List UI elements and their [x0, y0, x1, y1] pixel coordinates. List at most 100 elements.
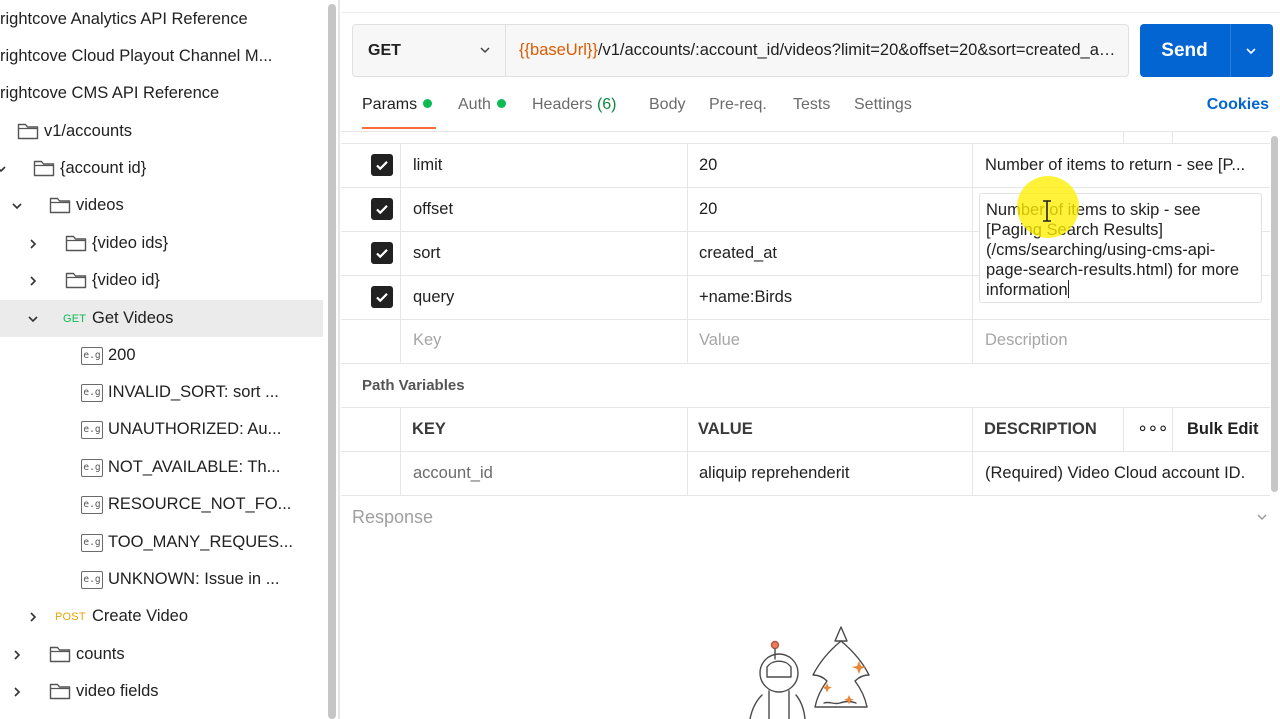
param-checkbox[interactable]	[371, 286, 393, 308]
table-border	[341, 407, 1270, 408]
tree-folder-account-id[interactable]: {account id}	[0, 150, 323, 187]
param-key[interactable]: limit	[413, 156, 442, 175]
tree-example-unauthorized[interactable]: e.g UNAUTHORIZED: Au...	[0, 411, 323, 448]
tree-item-label: rightcove CMS API Reference	[0, 84, 220, 102]
response-header[interactable]: Response	[352, 507, 433, 528]
chevron-down-icon[interactable]	[10, 199, 24, 213]
tab-prereq[interactable]: Pre-req.	[709, 96, 767, 122]
header-divider	[341, 12, 1280, 13]
panel-divider[interactable]	[338, 0, 340, 719]
table-border	[400, 407, 401, 495]
tree-item-label: NOT_AVAILABLE: Th...	[108, 458, 281, 476]
path-var-value[interactable]: aliquip reprehenderit	[699, 464, 849, 483]
tree-folder-video-fields[interactable]: video fields	[0, 673, 323, 710]
tab-auth[interactable]: Auth	[458, 96, 506, 122]
url-input[interactable]: {{baseUrl}}/v1/accounts/:account_id/vide…	[519, 25, 1119, 76]
tree-item-cms-api[interactable]: rightcove CMS API Reference	[0, 75, 323, 112]
table-border	[400, 143, 401, 363]
url-path: /v1/accounts/:account_id/videos?limit=20…	[597, 41, 1119, 59]
tree-example-unknown[interactable]: e.g UNKNOWN: Issue in ...	[0, 561, 323, 598]
example-icon: e.g	[81, 534, 103, 552]
chevron-down-icon	[480, 47, 490, 54]
param-value[interactable]: created_at	[699, 244, 777, 263]
table-border	[341, 131, 1270, 132]
tree-example-invalid-sort[interactable]: e.g INVALID_SORT: sort ...	[0, 374, 323, 411]
send-button[interactable]: Send	[1140, 24, 1229, 77]
tree-folder-video-id[interactable]: {video id}	[0, 262, 323, 299]
chevron-down-icon[interactable]	[0, 162, 8, 176]
tree-item-label: TOO_MANY_REQUES...	[108, 533, 293, 551]
chevron-right-icon[interactable]	[26, 274, 40, 288]
table-border	[341, 495, 1270, 496]
tab-settings[interactable]: Settings	[854, 96, 912, 122]
tree-item-cloud-playout[interactable]: rightcove Cloud Playout Channel M...	[0, 38, 323, 75]
main-scrollbar[interactable]	[1271, 136, 1278, 492]
table-border	[1123, 131, 1124, 143]
table-border	[341, 187, 1270, 188]
bulk-edit-button[interactable]: Bulk Edit	[1187, 420, 1259, 439]
chevron-right-icon[interactable]	[10, 648, 24, 662]
tree-example-200[interactable]: e.g 200	[0, 337, 323, 374]
tree-folder-videos[interactable]: videos	[0, 187, 323, 224]
tab-headers[interactable]: Headers (6)	[532, 96, 617, 122]
path-var-description[interactable]: (Required) Video Cloud account ID.	[985, 464, 1245, 483]
tree-request-create-video[interactable]: POST Create Video	[0, 598, 323, 635]
tab-params[interactable]: Params	[362, 96, 433, 122]
tree-item-label: INVALID_SORT: sort ...	[108, 383, 279, 401]
tree-example-not-available[interactable]: e.g NOT_AVAILABLE: Th...	[0, 449, 323, 486]
table-border	[341, 363, 1270, 364]
method-select[interactable]: GET	[353, 25, 506, 76]
param-key[interactable]: sort	[413, 244, 441, 263]
key-placeholder[interactable]: Key	[413, 331, 441, 350]
tree-item-label: rightcove Analytics API Reference	[0, 10, 248, 28]
param-description[interactable]: Number of items to return - see [P...	[985, 156, 1245, 175]
folder-icon	[65, 234, 87, 252]
folder-icon	[49, 645, 71, 663]
tree-folder-video-ids[interactable]: {video ids}	[0, 225, 323, 262]
chevron-right-icon[interactable]	[26, 610, 40, 624]
param-value[interactable]: +name:Birds	[699, 288, 792, 307]
tree-request-get-videos[interactable]: GET Get Videos	[0, 300, 323, 337]
url-variable: {{baseUrl}}	[519, 41, 598, 59]
param-key[interactable]: query	[413, 288, 454, 307]
table-border	[972, 143, 973, 363]
description-placeholder[interactable]: Description	[985, 331, 1068, 350]
tree-folder-counts[interactable]: counts	[0, 636, 323, 673]
table-border	[1172, 407, 1173, 451]
tree-item-analytics-api[interactable]: rightcove Analytics API Reference	[0, 1, 323, 38]
folder-icon	[33, 159, 55, 177]
cookies-link[interactable]: Cookies	[1207, 96, 1269, 114]
tree-item-label: {video id}	[92, 271, 160, 289]
tab-tests[interactable]: Tests	[793, 96, 830, 122]
param-checkbox[interactable]	[371, 154, 393, 176]
folder-icon	[65, 271, 87, 289]
tree-item-label: v1/accounts	[44, 122, 133, 140]
tab-label: Params	[362, 96, 418, 113]
param-key[interactable]: offset	[413, 200, 453, 219]
param-value[interactable]: 20	[699, 200, 717, 219]
tree-example-too-many-requests[interactable]: e.g TOO_MANY_REQUES...	[0, 524, 323, 561]
folder-icon	[17, 122, 39, 140]
param-value[interactable]: 20	[699, 156, 717, 175]
tree-folder-v1-accounts[interactable]: v1/accounts	[0, 113, 323, 150]
example-icon: e.g	[81, 571, 103, 589]
chevron-right-icon[interactable]	[10, 685, 24, 699]
column-header-description: DESCRIPTION	[984, 420, 1097, 438]
tab-label: Headers	[532, 96, 593, 113]
send-options-chevron-icon[interactable]	[1244, 44, 1258, 58]
chevron-down-icon[interactable]	[1255, 510, 1269, 524]
chevron-down-icon[interactable]	[26, 312, 40, 326]
sidebar-scrollbar[interactable]	[328, 4, 336, 719]
value-placeholder[interactable]: Value	[699, 331, 740, 350]
table-border	[972, 407, 973, 495]
tree-item-label: Get Videos	[92, 309, 174, 327]
send-button-group: Send	[1140, 24, 1273, 77]
more-options-icon[interactable]: ∘∘∘	[1137, 418, 1169, 439]
table-border	[687, 143, 688, 363]
tree-example-resource-not-found[interactable]: e.g RESOURCE_NOT_FO...	[0, 486, 323, 523]
tab-body[interactable]: Body	[649, 96, 685, 122]
param-checkbox[interactable]	[371, 242, 393, 264]
param-checkbox[interactable]	[371, 198, 393, 220]
chevron-right-icon[interactable]	[26, 237, 40, 251]
table-border	[687, 407, 688, 495]
